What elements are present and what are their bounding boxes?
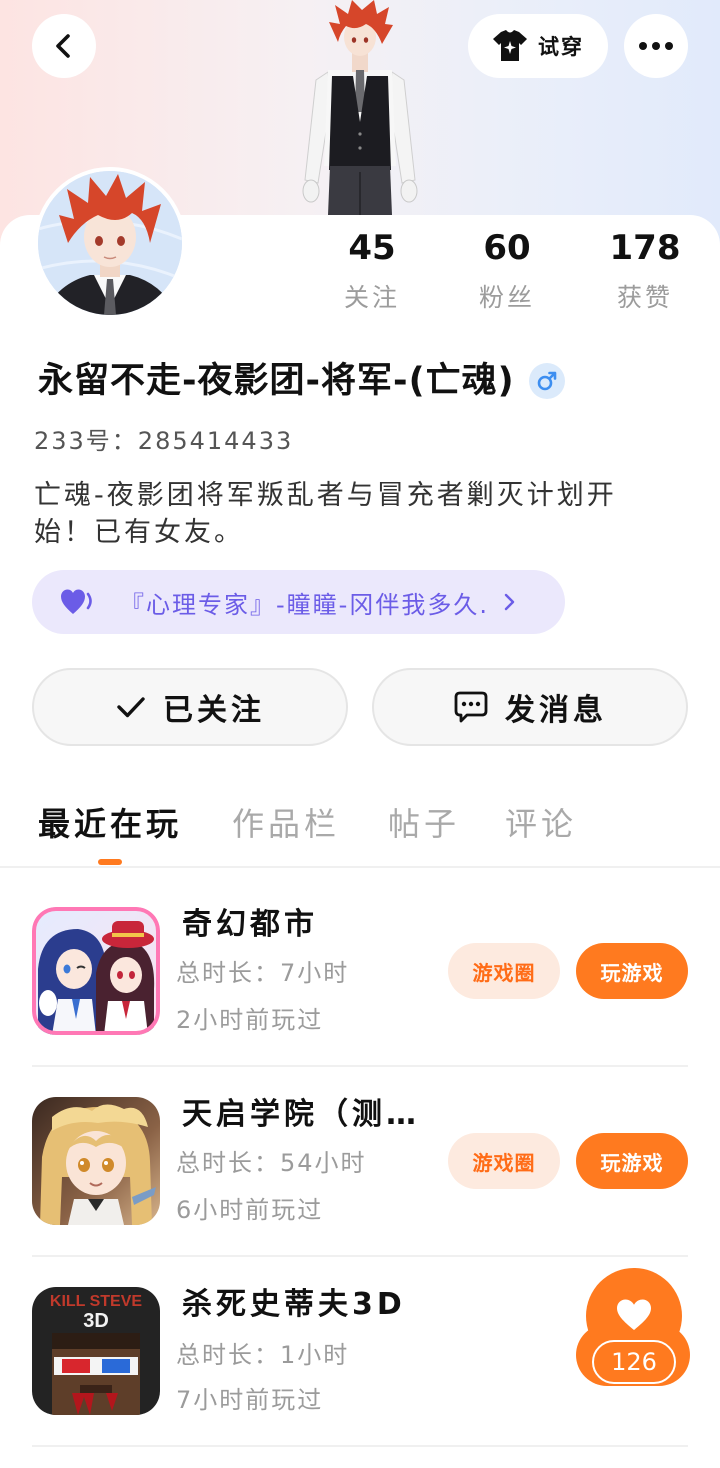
play-game-button[interactable]: 玩游戏 <box>576 943 688 999</box>
game-last-played: 7小时前玩过 <box>176 1386 324 1414</box>
game-circle-button[interactable]: 游戏圈 <box>448 1133 560 1189</box>
relationship-tag[interactable]: 『心理专家』-瞳瞳-冈伴我多久. <box>32 570 565 634</box>
tab-works[interactable]: 作品栏 <box>232 802 340 846</box>
gender-badge <box>528 363 565 399</box>
game-duration: 总时长：1小时 <box>176 1341 350 1369</box>
profile-page: 试穿 45 关注 60 粉丝 178 获赞 永留不走-夜影团-将军-(亡魂) 2… <box>0 0 720 1468</box>
stat-fans-value: 60 <box>483 228 531 268</box>
heart-icon <box>61 589 92 614</box>
avatar[interactable] <box>34 167 186 319</box>
avatar-image <box>38 171 182 315</box>
follow-button[interactable]: 已关注 <box>32 668 348 746</box>
game-icon[interactable] <box>32 1097 160 1225</box>
user-name: 永留不走-夜影团-将军-(亡魂) <box>38 361 515 401</box>
game-last-played: 6小时前玩过 <box>176 1196 324 1224</box>
back-button[interactable] <box>32 14 96 78</box>
game-icon[interactable] <box>32 907 160 1035</box>
tab-posts[interactable]: 帖子 <box>388 802 460 846</box>
user-name-row: 永留不走-夜影团-将军-(亡魂) <box>38 358 565 404</box>
follow-label: 已关注 <box>163 693 265 728</box>
list-divider <box>32 1255 688 1257</box>
game-logo-3d-text: 3D <box>83 1310 109 1332</box>
game-circle-button[interactable]: 游戏圈 <box>448 943 560 999</box>
game-duration: 总时长：54小时 <box>176 1149 367 1177</box>
stat-following-label: 关注 <box>343 283 400 312</box>
game-list-item[interactable]: 天启学院（测… 总时长：54小时 6小时前玩过 游戏圈 玩游戏 <box>0 1097 720 1255</box>
user-id[interactable]: 233号：285414433 <box>34 424 293 458</box>
heart-icon <box>617 1299 651 1330</box>
message-label: 发消息 <box>505 693 607 728</box>
game-logo-text: KILL STEVE <box>50 1293 142 1310</box>
try-on-label: 试穿 <box>538 35 584 59</box>
game-title[interactable]: 奇幻都市 <box>182 907 318 943</box>
more-dots-icon <box>639 42 673 50</box>
try-on-button[interactable]: 试穿 <box>468 14 608 78</box>
stat-likes-value: 178 <box>609 228 681 268</box>
check-icon <box>117 697 145 718</box>
list-divider <box>32 1065 688 1067</box>
floating-like-button[interactable]: 126 <box>576 1268 690 1390</box>
shirt-icon <box>493 30 527 61</box>
game-icon[interactable]: KILL STEVE 3D <box>32 1287 160 1415</box>
stat-following-value: 45 <box>348 228 396 268</box>
tab-recently-played[interactable]: 最近在玩 <box>38 802 182 846</box>
chevron-right-icon <box>503 592 517 612</box>
game-title[interactable]: 天启学院（测… <box>182 1097 420 1133</box>
game-title[interactable]: 杀死史蒂夫3D <box>182 1287 406 1323</box>
chevron-left-icon <box>56 34 70 58</box>
game-duration: 总时长：7小时 <box>176 959 350 987</box>
relationship-tag-text: 『心理专家』-瞳瞳-冈伴我多久. <box>120 590 489 619</box>
chat-bubble-icon <box>454 691 488 723</box>
game-list-item[interactable]: 奇幻都市 总时长：7小时 2小时前玩过 游戏圈 玩游戏 <box>0 907 720 1065</box>
male-icon <box>537 371 556 391</box>
tabs-divider <box>0 866 720 868</box>
game-icon-image: KILL STEVE 3D <box>32 1287 160 1415</box>
game-icon-image <box>32 907 160 1035</box>
stat-likes[interactable]: 178 获赞 <box>585 224 705 316</box>
stat-following[interactable]: 45 关注 <box>312 224 432 316</box>
stat-fans[interactable]: 60 粉丝 <box>447 224 567 316</box>
message-button[interactable]: 发消息 <box>372 668 688 746</box>
game-last-played: 2小时前玩过 <box>176 1006 324 1034</box>
user-bio: 亡魂-夜影团将军叛乱者与冒充者剿灭计划开始！已有女友。 <box>34 480 617 548</box>
list-divider <box>32 1445 688 1447</box>
game-icon-image <box>32 1097 160 1225</box>
tab-comments[interactable]: 评论 <box>505 802 577 846</box>
stat-likes-label: 获赞 <box>616 283 673 312</box>
tab-active-indicator <box>98 859 122 865</box>
like-count: 126 <box>592 1340 676 1384</box>
character-figure[interactable] <box>290 0 430 215</box>
play-game-button[interactable]: 玩游戏 <box>576 1133 688 1189</box>
more-button[interactable] <box>624 14 688 78</box>
stat-fans-label: 粉丝 <box>478 283 535 312</box>
